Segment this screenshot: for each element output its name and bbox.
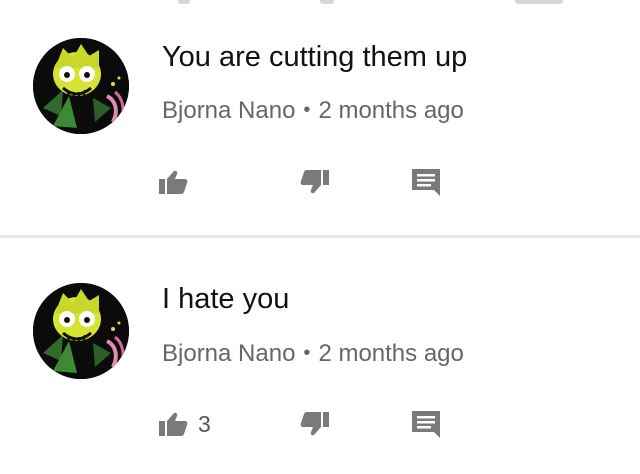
comment-actions: 3 <box>0 404 640 444</box>
comment-item: You are cutting them up Bjorna Nano • 2 mo… <box>0 0 640 236</box>
meta-separator: • <box>303 342 311 364</box>
meta-separator: • <box>303 99 311 121</box>
dislike-button[interactable] <box>300 404 330 444</box>
comment-meta: Bjorna Nano • 2 months ago <box>162 340 464 368</box>
yellow-creature-avatar-icon <box>33 38 129 134</box>
author-name[interactable]: Bjorna Nano <box>162 97 295 124</box>
avatar[interactable] <box>33 283 129 379</box>
avatar[interactable] <box>33 38 129 134</box>
yellow-creature-avatar-icon <box>33 283 129 379</box>
thumbs-down-icon <box>300 170 329 194</box>
reply-comment-icon <box>412 169 440 196</box>
comment-text: I hate you <box>162 283 290 315</box>
comment-text: You are cutting them up <box>162 41 468 73</box>
comment-meta: Bjorna Nano • 2 months ago <box>162 97 464 125</box>
thumbs-up-icon <box>159 170 188 194</box>
comment-actions <box>0 162 640 202</box>
reply-comment-icon <box>412 411 440 438</box>
author-name[interactable]: Bjorna Nano <box>162 340 295 367</box>
reply-button[interactable] <box>410 162 442 202</box>
comment-time: 2 months ago <box>318 340 464 367</box>
like-count: 3 <box>198 410 211 437</box>
thumbs-down-icon <box>300 412 329 436</box>
comment-item: I hate you Bjorna Nano • 2 months ago 3 <box>0 238 640 474</box>
like-button[interactable] <box>158 162 198 202</box>
comment-time: 2 months ago <box>318 97 464 124</box>
dislike-button[interactable] <box>300 162 330 202</box>
thumbs-up-icon <box>159 412 188 436</box>
reply-button[interactable] <box>410 404 442 444</box>
like-button[interactable]: 3 <box>158 404 211 444</box>
